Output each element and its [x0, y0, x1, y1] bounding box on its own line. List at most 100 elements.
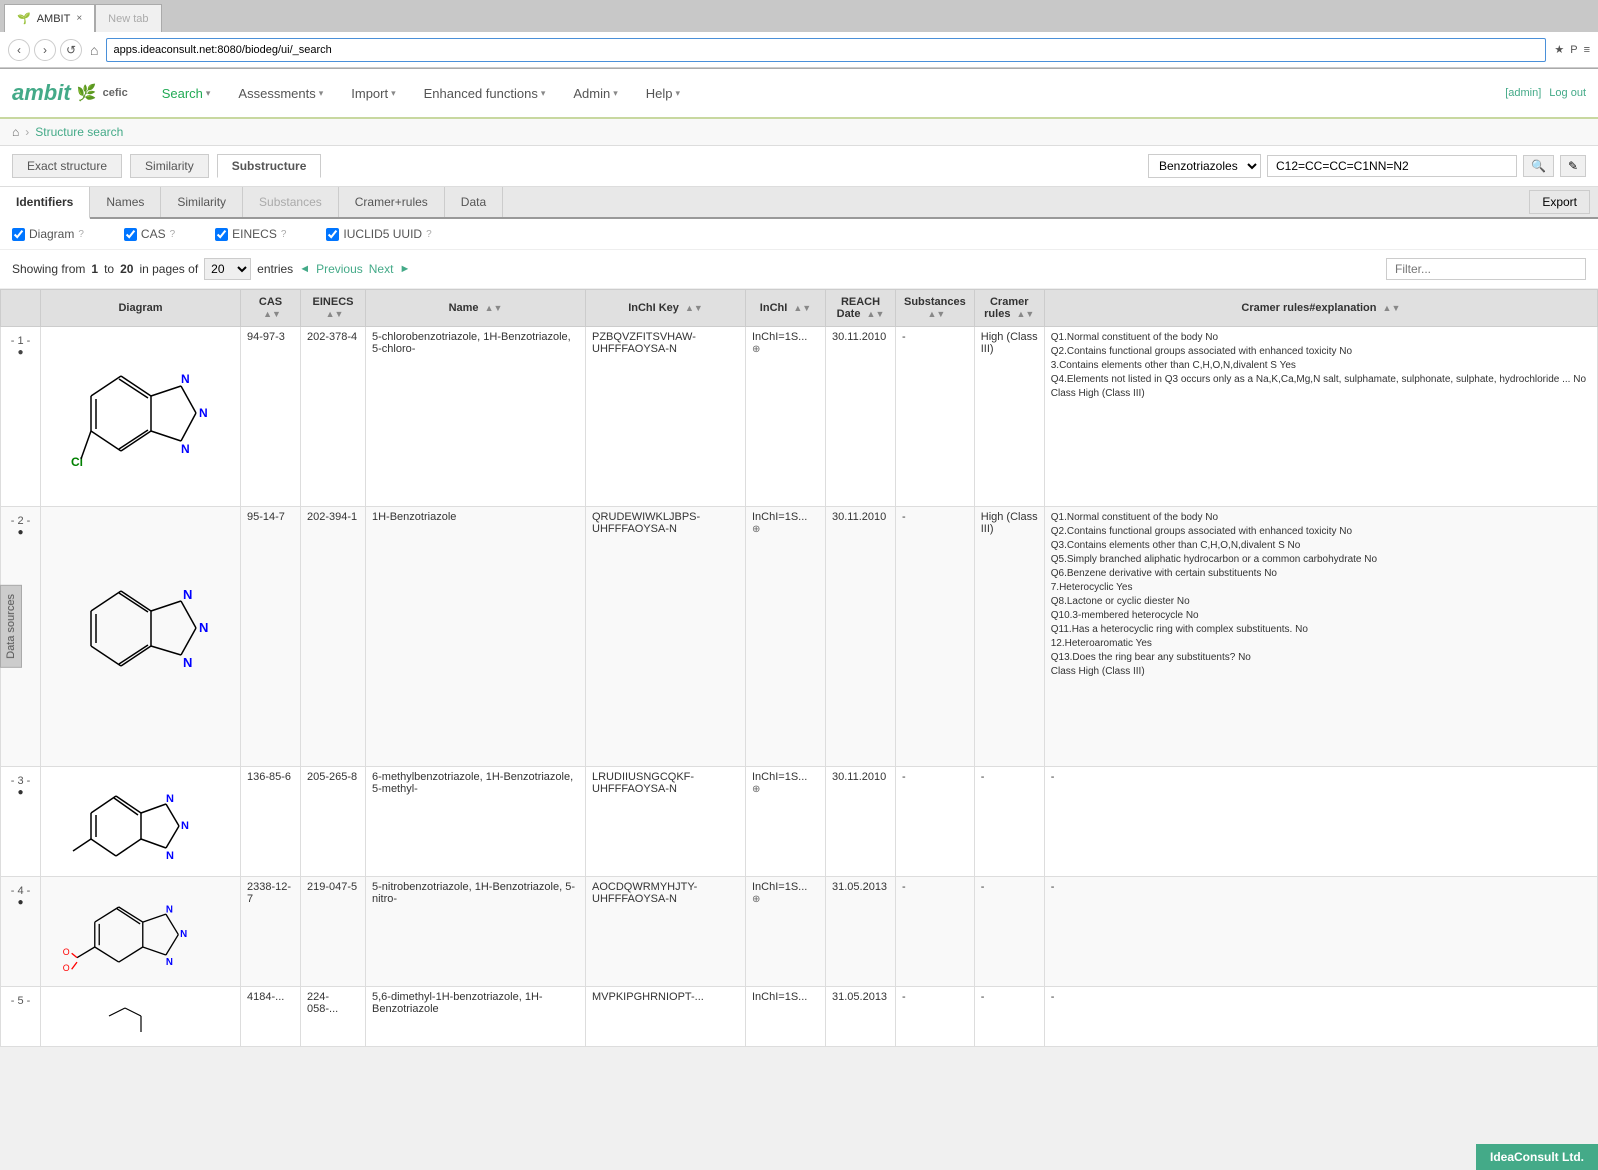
tab-names[interactable]: Names — [90, 187, 161, 217]
export-button[interactable]: Export — [1529, 190, 1590, 214]
checkbox-diagram[interactable]: Diagram ? — [12, 227, 84, 241]
browser-tab-inactive[interactable]: New tab — [95, 4, 161, 32]
reach-sort-icon: ▲▼ — [867, 309, 885, 319]
inchi-copy-icon-3[interactable]: ⊕ — [752, 784, 760, 795]
reach-date-3: 30.11.2010 — [826, 767, 896, 877]
table-row: - 1 - ● — [1, 327, 1598, 507]
cas-checkbox[interactable] — [124, 228, 137, 241]
einecs-help-icon[interactable]: ? — [281, 229, 287, 240]
menu-icon[interactable]: ≡ — [1584, 44, 1590, 56]
admin-link[interactable]: [admin] — [1505, 87, 1541, 99]
nav-enhanced-functions[interactable]: Enhanced functions ▾ — [410, 78, 560, 109]
inchi-1[interactable]: InChI=1S... ⊕ — [746, 327, 826, 507]
logout-link[interactable]: Log out — [1549, 87, 1586, 99]
checkbox-einecs[interactable]: EINECS ? — [215, 227, 286, 241]
structure-select[interactable]: Benzotriazoles — [1148, 154, 1261, 178]
inchi-key-1: PZBQVZFITSVHAW-UHFFFAOYSA-N — [586, 327, 746, 507]
cas-help-icon[interactable]: ? — [170, 229, 176, 240]
search-icon-button[interactable]: 🔍 — [1523, 155, 1554, 177]
inchi-copy-icon-4[interactable]: ⊕ — [752, 894, 760, 905]
inchi-copy-icon-1[interactable]: ⊕ — [752, 344, 760, 355]
profile-icon[interactable]: P — [1570, 44, 1577, 56]
page-from: 1 — [91, 262, 98, 276]
col-inchi[interactable]: InChI ▲▼ — [746, 290, 826, 327]
col-inchi-key[interactable]: InChI Key ▲▼ — [586, 290, 746, 327]
logo-icon: 🌿 — [77, 83, 97, 103]
col-cramer-rules[interactable]: Cramer rules ▲▼ — [974, 290, 1044, 327]
inchi-2[interactable]: InChI=1S... ⊕ — [746, 507, 826, 767]
back-button[interactable]: ‹ — [8, 39, 30, 61]
exact-structure-tab[interactable]: Exact structure — [12, 154, 122, 178]
row-bullet-1: ● — [7, 347, 34, 358]
home-icon[interactable]: ⌂ — [90, 42, 98, 58]
nav-import[interactable]: Import ▾ — [337, 78, 409, 109]
nav-assessments[interactable]: Assessments ▾ — [224, 78, 337, 109]
inchikey-sort-icon: ▲▼ — [685, 303, 703, 313]
substances-5: - — [896, 987, 975, 1047]
col-substances[interactable]: Substances ▲▼ — [896, 290, 975, 327]
previous-page-arrow[interactable]: ◄ — [299, 263, 310, 275]
iuclid5-help-icon[interactable]: ? — [426, 229, 432, 240]
forward-button[interactable]: › — [34, 39, 56, 61]
einecs-checkbox[interactable] — [215, 228, 228, 241]
col-reach-date[interactable]: REACH Date ▲▼ — [826, 290, 896, 327]
table-row: - 5 - 4184-... 224-058-... 5,6-dimethyl-… — [1, 987, 1598, 1047]
svg-text:N: N — [199, 620, 208, 635]
inchi-4[interactable]: InChI=1S... ⊕ — [746, 877, 826, 987]
nav-help[interactable]: Help ▾ — [632, 78, 694, 109]
breadcrumb-structure-search[interactable]: Structure search — [35, 125, 123, 139]
name-4: 5-nitrobenzotriazole, 1H-Benzotriazole, … — [366, 877, 586, 987]
table-row: - 4 - ● — [1, 877, 1598, 987]
url-input[interactable] — [106, 38, 1546, 62]
app-header: ambit 🌿 cefic Search ▾ Assessments ▾ Imp… — [0, 69, 1598, 119]
next-page-arrow[interactable]: ► — [399, 263, 410, 275]
data-sources-tab[interactable]: Data sources — [0, 585, 22, 668]
tab-similarity[interactable]: Similarity — [161, 187, 243, 217]
diagram-label: Diagram — [29, 227, 74, 241]
checkbox-cas[interactable]: CAS ? — [124, 227, 175, 241]
name-1: 5-chlorobenzotriazole, 1H-Benzotriazole,… — [366, 327, 586, 507]
col-name[interactable]: Name ▲▼ — [366, 290, 586, 327]
structure-text-input[interactable] — [1267, 155, 1517, 177]
mol-diagram-5 — [41, 987, 241, 1047]
tab-close-button[interactable]: × — [76, 13, 82, 24]
svg-text:N: N — [199, 406, 208, 420]
nav-admin[interactable]: Admin ▾ — [559, 78, 631, 109]
nav-buttons: ‹ › ↺ — [8, 39, 82, 61]
substructure-tab[interactable]: Substructure — [217, 154, 322, 178]
nav-search-arrow: ▾ — [206, 88, 211, 99]
substances-2: - — [896, 507, 975, 767]
inchi-copy-icon-2[interactable]: ⊕ — [752, 524, 760, 535]
filter-input[interactable] — [1386, 258, 1586, 280]
page-size-select[interactable]: 20 50 100 — [204, 258, 251, 280]
substances-3: - — [896, 767, 975, 877]
tab-bar: 🌱 AMBIT × New tab — [0, 0, 1598, 32]
col-einecs[interactable]: EINECS ▲▼ — [301, 290, 366, 327]
tab-cramer-rules[interactable]: Cramer+rules — [339, 187, 445, 217]
inchi-3[interactable]: InChI=1S... ⊕ — [746, 767, 826, 877]
cramer-rules-4: - — [974, 877, 1044, 987]
col-cramer-explanation[interactable]: Cramer rules#explanation ▲▼ — [1044, 290, 1597, 327]
cramer-explanation-4: - — [1044, 877, 1597, 987]
footer-badge[interactable]: IdeaConsult Ltd. — [1476, 1144, 1598, 1170]
nav-search[interactable]: Search ▾ — [148, 78, 225, 109]
star-icon[interactable]: ★ — [1554, 43, 1564, 56]
edit-structure-button[interactable]: ✎ — [1560, 155, 1586, 177]
checkbox-iuclid5[interactable]: IUCLID5 UUID ? — [326, 227, 431, 241]
browser-tab-active[interactable]: 🌱 AMBIT × — [4, 4, 95, 32]
similarity-tab[interactable]: Similarity — [130, 154, 209, 178]
diagram-help-icon[interactable]: ? — [78, 229, 84, 240]
entries-text: entries — [257, 262, 293, 276]
substances-1: - — [896, 327, 975, 507]
previous-page-link[interactable]: Previous — [316, 262, 363, 276]
refresh-button[interactable]: ↺ — [60, 39, 82, 61]
row-bullet-4: ● — [7, 897, 34, 908]
iuclid5-checkbox[interactable] — [326, 228, 339, 241]
tab-data[interactable]: Data — [445, 187, 503, 217]
diagram-checkbox[interactable] — [12, 228, 25, 241]
tab-identifiers[interactable]: Identifiers — [0, 187, 90, 219]
home-breadcrumb-icon[interactable]: ⌂ — [12, 125, 19, 139]
col-cas[interactable]: CAS ▲▼ — [241, 290, 301, 327]
next-page-link[interactable]: Next — [369, 262, 394, 276]
results-table-container: Diagram CAS ▲▼ EINECS ▲▼ Name ▲▼ InChI K… — [0, 289, 1598, 1047]
